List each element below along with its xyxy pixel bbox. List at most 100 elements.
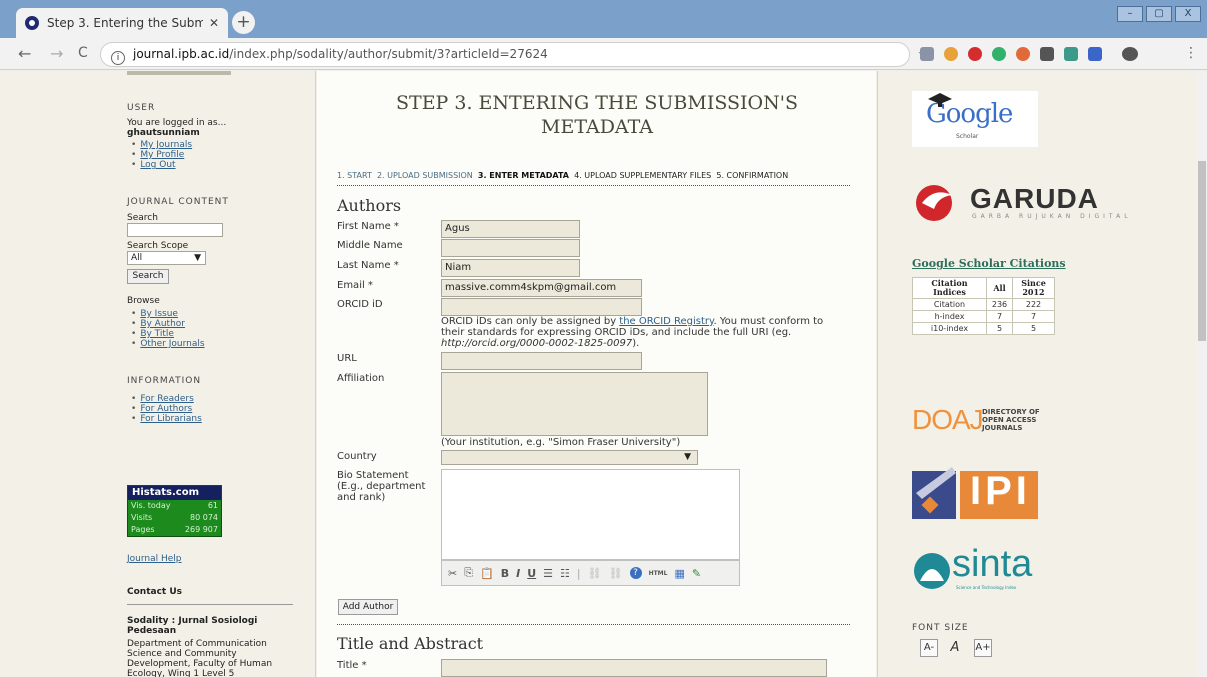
site-favicon-icon xyxy=(25,16,39,30)
close-window-button[interactable]: X xyxy=(1175,6,1201,22)
numbered-list-icon[interactable]: ☷ xyxy=(560,567,570,580)
histats-row-pages: Pages 269 907 xyxy=(131,525,218,534)
google-scholar-logo[interactable]: Google Scholar xyxy=(912,91,1038,147)
step-start[interactable]: 1. START xyxy=(337,171,372,180)
bio-statement-editor[interactable] xyxy=(441,469,740,560)
extension-icon-9[interactable] xyxy=(1122,47,1138,61)
citation-table: Citation Indices All Since 2012 Citation… xyxy=(912,277,1055,335)
section-divider xyxy=(337,624,850,625)
scrollbar-thumb[interactable] xyxy=(1198,161,1206,341)
address-bar[interactable]: i journal.ipb.ac.id/index.php/sodality/au… xyxy=(100,42,931,67)
histats-brand: Histats.com xyxy=(128,486,221,500)
garuda-logo[interactable]: GARUDA GARBA RUJUKAN DIGITAL xyxy=(912,181,1132,223)
my-profile-link[interactable]: My Profile xyxy=(140,150,192,160)
middle-name-field[interactable] xyxy=(441,239,580,257)
sinta-tree-icon xyxy=(914,553,950,589)
browse-label: Browse xyxy=(127,296,160,306)
italic-button[interactable]: I xyxy=(516,567,520,580)
extension-opera-icon[interactable] xyxy=(968,47,982,61)
new-tab-button[interactable]: + xyxy=(232,11,255,34)
font-default-button[interactable]: A xyxy=(946,639,964,657)
step-upload-submission[interactable]: 2. UPLOAD SUBMISSION xyxy=(377,171,473,180)
last-name-field[interactable]: Niam xyxy=(441,259,580,277)
doaj-logo[interactable]: DOAJ DIRECTORY OF OPEN ACCESS JOURNALS xyxy=(912,404,1052,438)
for-readers-link[interactable]: For Readers xyxy=(140,394,202,404)
extension-icon-2[interactable] xyxy=(944,47,958,61)
other-journals-link[interactable]: Other Journals xyxy=(140,339,204,349)
underline-button[interactable]: U xyxy=(527,567,536,580)
cut-icon[interactable]: ✂ xyxy=(448,567,457,580)
search-input[interactable] xyxy=(127,223,223,237)
by-issue-link[interactable]: By Issue xyxy=(140,309,205,319)
browser-tab[interactable]: Step 3. Entering the Submission's ✕ xyxy=(16,8,228,38)
image-icon[interactable]: ✎ xyxy=(692,567,701,580)
extension-icon-8[interactable] xyxy=(1088,47,1102,61)
histats-counter-widget[interactable]: Histats.com Vis. today 61 Visits 80 074 Pa… xyxy=(127,485,222,537)
font-decrease-button[interactable]: A- xyxy=(920,639,938,657)
paste-icon[interactable]: 📋 xyxy=(480,567,494,580)
left-sidebar: USER You are logged in as... ghautsunnia… xyxy=(0,71,316,677)
extension-icon-6[interactable] xyxy=(1040,47,1054,61)
orcid-field[interactable] xyxy=(441,298,642,316)
page-title: STEP 3. ENTERING THE SUBMISSION'S METADA… xyxy=(396,92,798,138)
add-author-button[interactable]: Add Author xyxy=(338,599,398,615)
search-scope-select[interactable]: All ▼ xyxy=(127,251,206,265)
by-author-link[interactable]: By Author xyxy=(140,319,205,329)
bold-button[interactable]: B xyxy=(501,567,509,580)
search-button[interactable]: Search xyxy=(127,269,169,284)
font-increase-button[interactable]: A+ xyxy=(974,639,992,657)
submission-steps-breadcrumb: 1. START 2. UPLOAD SUBMISSION 3. ENTER M… xyxy=(337,171,788,180)
contact-divider xyxy=(127,604,293,605)
help-icon[interactable]: ? xyxy=(629,567,642,579)
country-select[interactable]: ▼ xyxy=(441,450,698,465)
histats-row-today: Vis. today 61 xyxy=(131,501,218,510)
minimize-button[interactable]: – xyxy=(1117,6,1143,22)
url-field[interactable] xyxy=(441,352,642,370)
email-label: Email * xyxy=(337,280,373,291)
orcid-registry-link[interactable]: the ORCID Registry xyxy=(619,316,713,327)
first-name-label: First Name * xyxy=(337,221,399,232)
forward-arrow-icon[interactable]: → xyxy=(50,44,63,63)
unlink-icon[interactable]: ⛓ xyxy=(609,567,623,580)
sidebar-top-image xyxy=(127,71,231,75)
journal-help-link[interactable]: Journal Help xyxy=(127,554,182,564)
sinta-logo[interactable]: sinta Science and Technology Index xyxy=(912,543,1052,595)
maximize-button[interactable]: ▢ xyxy=(1146,6,1172,22)
site-info-icon[interactable]: i xyxy=(111,51,125,65)
reload-icon[interactable]: C xyxy=(78,45,88,61)
log-out-link[interactable]: Log Out xyxy=(140,160,192,170)
extension-icon-7[interactable] xyxy=(1064,47,1078,61)
journal-content-heading: JOURNAL CONTENT xyxy=(127,197,229,207)
extension-grammarly-icon[interactable] xyxy=(992,47,1006,61)
country-label: Country xyxy=(337,451,377,462)
back-arrow-icon[interactable]: ← xyxy=(18,44,31,63)
tab-close-icon[interactable]: ✕ xyxy=(209,16,219,30)
contact-us-heading: Contact Us xyxy=(127,587,183,597)
for-authors-link[interactable]: For Authors xyxy=(140,404,202,414)
fullscreen-icon[interactable]: ▦ xyxy=(674,567,684,580)
link-icon[interactable]: ⛓ xyxy=(588,567,602,580)
authors-heading: Authors xyxy=(337,196,402,215)
my-journals-link[interactable]: My Journals xyxy=(140,140,192,150)
username: ghautsunniam xyxy=(127,128,200,138)
extension-icon-5[interactable] xyxy=(1016,47,1030,61)
browser-menu-icon[interactable]: ⋮ xyxy=(1184,45,1198,61)
bullet-list-icon[interactable]: ☰ xyxy=(543,567,553,580)
garuda-bird-icon xyxy=(916,185,952,221)
email-field[interactable]: massive.comm4skpm@gmail.com xyxy=(441,279,642,297)
title-field[interactable] xyxy=(441,659,827,677)
first-name-field[interactable]: Agus xyxy=(441,220,580,238)
for-librarians-link[interactable]: For Librarians xyxy=(140,414,201,424)
extension-icon-1[interactable] xyxy=(920,47,934,61)
affiliation-textarea[interactable] xyxy=(441,372,708,436)
ipi-logo[interactable]: IPI xyxy=(912,463,1038,521)
copy-icon[interactable]: ⎘ xyxy=(464,566,473,580)
by-title-link[interactable]: By Title xyxy=(140,329,205,339)
html-source-button[interactable]: HTML xyxy=(649,570,668,577)
page-scrollbar[interactable] xyxy=(1197,71,1207,677)
step-enter-metadata: 3. ENTER METADATA xyxy=(477,171,569,180)
google-scholar-citations-link[interactable]: Google Scholar Citations xyxy=(912,257,1066,270)
url-host: journal.ipb.ac.id xyxy=(133,47,230,61)
tab-title: Step 3. Entering the Submission's xyxy=(47,16,203,30)
information-links: For Readers For Authors For Librarians xyxy=(140,394,202,424)
